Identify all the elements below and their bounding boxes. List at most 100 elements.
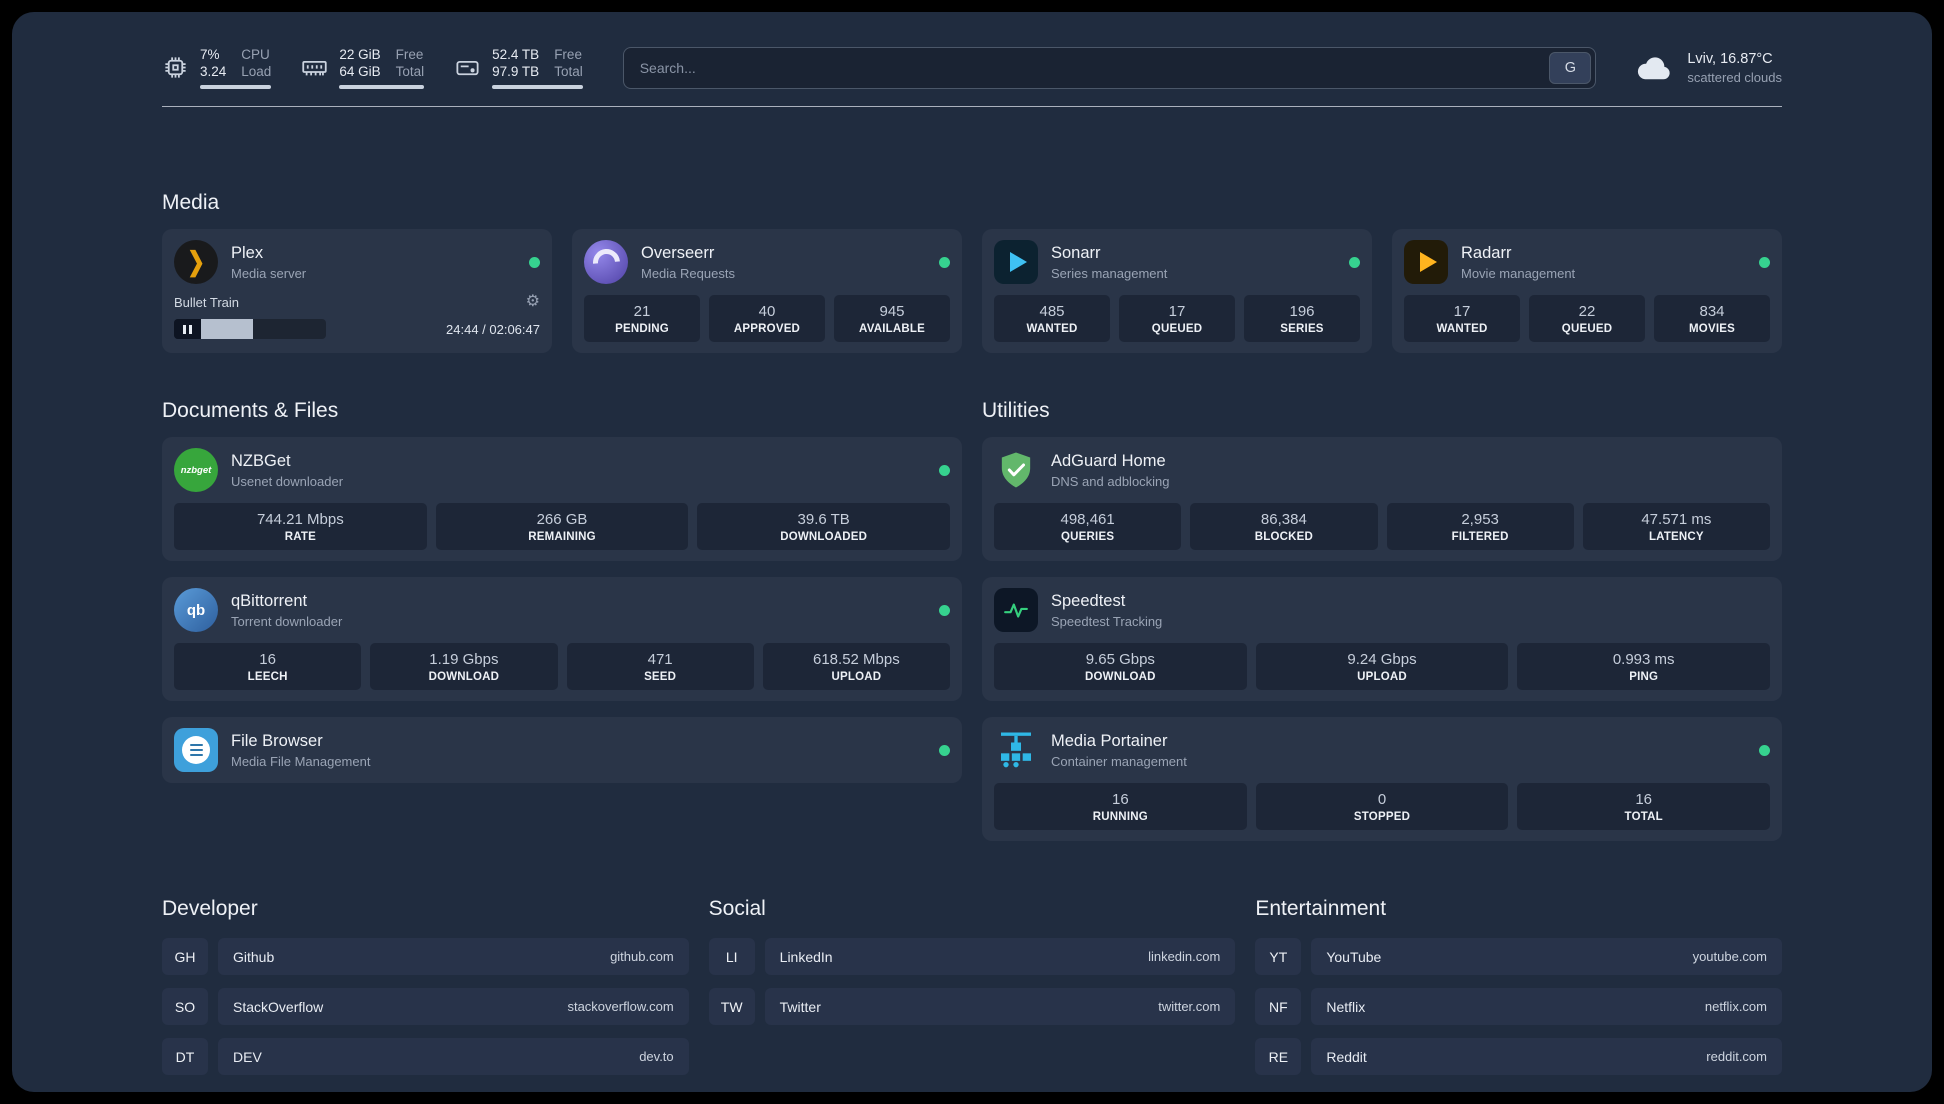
service-card-radarr: Radarr Movie management 17 WANTED 22 QUEUE…	[1392, 229, 1782, 353]
bookmark-abbr-netflix[interactable]: NF	[1255, 988, 1302, 1025]
service-desc: Speedtest Tracking	[1051, 613, 1163, 629]
bookmark-reddit[interactable]: Reddit reddit.com	[1311, 1038, 1782, 1075]
service-desc: Torrent downloader	[231, 613, 343, 629]
disk-free-label: Free	[554, 47, 582, 62]
section-title-social: Social	[708, 897, 766, 920]
top-bar: 7% 3.24 CPU Load 22 GiB 64 GiB Free Tota…	[162, 46, 1782, 89]
bookmark-abbr-youtube[interactable]: YT	[1255, 938, 1302, 975]
bookmark-row: GH Github github.com	[162, 938, 689, 975]
bookmark-abbr-github[interactable]: GH	[162, 938, 208, 975]
stat-downloaded: 39.6 TB DOWNLOADED	[697, 503, 951, 550]
playback-progress-bar[interactable]	[174, 319, 326, 339]
bookmark-stackoverflow[interactable]: StackOverflow stackoverflow.com	[218, 988, 689, 1025]
cpu-value-load: 3.24	[200, 64, 227, 79]
stat-movies: 834 MOVIES	[1654, 295, 1770, 342]
memory-total-label: Total	[395, 64, 425, 79]
bookmark-abbr-reddit[interactable]: RE	[1255, 1038, 1302, 1075]
cpu-label: CPU	[241, 47, 270, 62]
stat-seed: 471 SEED	[566, 643, 754, 690]
section-media: Media ❯ Plex Media server Bullet Train ⚙	[162, 191, 1782, 353]
status-dot	[1349, 256, 1360, 268]
cpu-value-percent: 7%	[200, 47, 220, 62]
section-title-utilities: Utilities	[982, 399, 1050, 422]
service-link-radarr[interactable]: Radarr Movie management	[1404, 240, 1770, 284]
stat-running: 16 RUNNING	[994, 783, 1247, 830]
memory-total-value: 64 GiB	[339, 64, 381, 79]
service-desc: Series management	[1051, 265, 1168, 281]
service-link-speedtest[interactable]: Speedtest Speedtest Tracking	[994, 588, 1770, 632]
service-link-plex[interactable]: ❯ Plex Media server	[174, 240, 540, 284]
search-input[interactable]	[622, 46, 1597, 89]
now-playing-title: Bullet Train	[174, 294, 240, 310]
disk-total-value: 97.9 TB	[492, 64, 540, 79]
service-name: File Browser	[231, 731, 323, 750]
bookmark-linkedin[interactable]: LinkedIn linkedin.com	[764, 938, 1236, 975]
cpu-widget: 7% 3.24 CPU Load	[162, 46, 272, 89]
bookmark-row: DT DEV dev.to	[162, 1038, 689, 1075]
bookmark-youtube[interactable]: YouTube youtube.com	[1311, 938, 1782, 975]
filebrowser-icon	[174, 728, 218, 772]
status-dot	[1759, 744, 1770, 756]
stat-queries: 498,461 QUERIES	[994, 503, 1182, 550]
section-title-media: Media	[162, 191, 220, 214]
bookmark-abbr-stackoverflow[interactable]: SO	[162, 988, 208, 1025]
plex-icon: ❯	[174, 240, 218, 284]
bookmark-abbr-twitter[interactable]: TW	[708, 988, 755, 1025]
stat-download: 1.19 Gbps DOWNLOAD	[370, 643, 558, 690]
service-card-nzbget: nzbget NZBGet Usenet downloader 744.21 M…	[162, 437, 962, 561]
service-link-portainer[interactable]: Media Portainer Container management	[994, 728, 1770, 772]
stat-upload: 618.52 Mbps UPLOAD	[762, 643, 950, 690]
progress-fill	[201, 319, 253, 339]
service-link-sonarr[interactable]: Sonarr Series management	[994, 240, 1360, 284]
bookmark-row: NF Netflix netflix.com	[1255, 988, 1782, 1025]
search-engine-button[interactable]: G	[1549, 51, 1592, 84]
pause-icon[interactable]	[174, 319, 201, 339]
service-link-filebrowser[interactable]: File Browser Media File Management	[174, 728, 950, 772]
status-dot	[939, 744, 950, 756]
stat-filtered: 2,953 FILTERED	[1386, 503, 1574, 550]
cpu-icon	[162, 54, 189, 81]
gear-icon[interactable]: ⚙	[526, 294, 540, 310]
bookmark-row: LI LinkedIn linkedin.com	[708, 938, 1236, 975]
bookmark-dev[interactable]: DEV dev.to	[218, 1038, 689, 1075]
stat-queued: 22 QUEUED	[1529, 295, 1645, 342]
bookmark-row: TW Twitter twitter.com	[708, 988, 1236, 1025]
service-card-plex: ❯ Plex Media server Bullet Train ⚙ 24:44…	[162, 229, 552, 353]
service-card-sonarr: Sonarr Series management 485 WANTED 17 QUE…	[982, 229, 1372, 353]
stat-upload: 9.24 Gbps UPLOAD	[1255, 643, 1509, 690]
memory-free-value: 22 GiB	[339, 47, 381, 62]
bookmark-group-developer: Developer GH Github github.com SO StackO…	[162, 897, 689, 1088]
stat-available: 945 AVAILABLE	[834, 295, 950, 342]
bookmark-netflix[interactable]: Netflix netflix.com	[1311, 988, 1782, 1025]
section-title-documents: Documents & Files	[162, 399, 339, 422]
stat-pending: 21 PENDING	[584, 295, 700, 342]
service-name: AdGuard Home	[1051, 451, 1166, 470]
service-name: Sonarr	[1051, 243, 1101, 262]
bookmark-twitter[interactable]: Twitter twitter.com	[764, 988, 1236, 1025]
service-name: Plex	[231, 243, 264, 262]
bookmark-github[interactable]: Github github.com	[218, 938, 689, 975]
service-card-portainer: Media Portainer Container management 16 R…	[982, 717, 1782, 841]
service-link-overseerr[interactable]: Overseerr Media Requests	[584, 240, 950, 284]
nzbget-icon: nzbget	[174, 448, 218, 492]
service-desc: Usenet downloader	[231, 473, 344, 489]
status-dot	[1759, 256, 1770, 268]
stat-approved: 40 APPROVED	[709, 295, 825, 342]
stat-queued: 17 QUEUED	[1119, 295, 1235, 342]
bookmark-row: YT YouTube youtube.com	[1255, 938, 1782, 975]
stat-wanted: 17 WANTED	[1404, 295, 1520, 342]
service-name: Speedtest	[1051, 591, 1126, 610]
service-link-qbittorrent[interactable]: qb qBittorrent Torrent downloader	[174, 588, 950, 632]
stat-rate: 744.21 Mbps RATE	[174, 503, 427, 550]
disk-widget: 52.4 TB 97.9 TB Free Total	[454, 46, 583, 89]
service-card-qbittorrent: qb qBittorrent Torrent downloader 16 LEEC…	[162, 577, 962, 701]
service-link-adguard[interactable]: AdGuard Home DNS and adblocking	[994, 448, 1770, 492]
search-bar: G	[622, 46, 1597, 89]
service-card-overseerr: Overseerr Media Requests 21 PENDING 40 APP…	[572, 229, 962, 353]
service-link-nzbget[interactable]: nzbget NZBGet Usenet downloader	[174, 448, 950, 492]
stat-remaining: 266 GB REMAINING	[435, 503, 689, 550]
service-desc: Movie management	[1461, 265, 1576, 281]
dashboard: 7% 3.24 CPU Load 22 GiB 64 GiB Free Tota…	[12, 12, 1932, 1092]
bookmark-abbr-dev[interactable]: DT	[162, 1038, 208, 1075]
bookmark-abbr-linkedin[interactable]: LI	[708, 938, 755, 975]
